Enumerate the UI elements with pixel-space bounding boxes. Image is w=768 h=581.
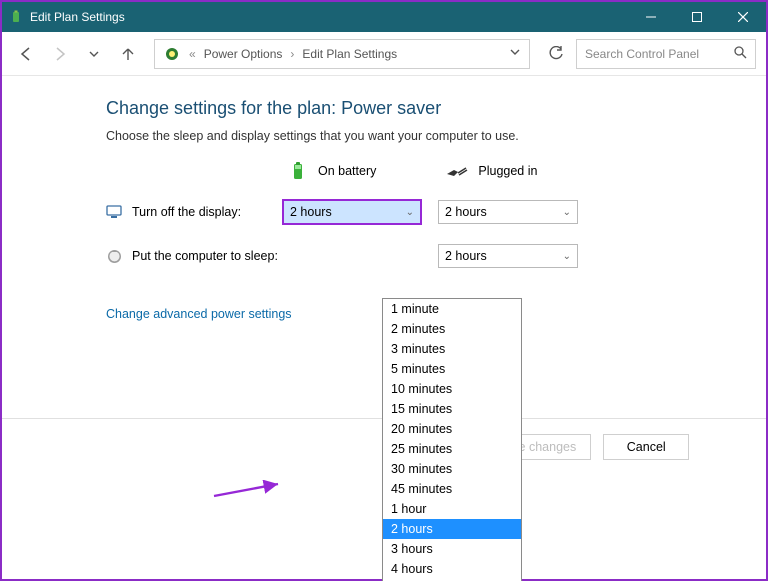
refresh-button[interactable]: [542, 40, 570, 68]
dropdown-option[interactable]: 20 minutes: [383, 419, 521, 439]
forward-button[interactable]: [46, 40, 74, 68]
display-plugged-value: 2 hours: [445, 205, 487, 219]
display-icon: [106, 204, 122, 220]
dropdown-option[interactable]: 2 hours: [383, 519, 521, 539]
plug-icon: [446, 164, 468, 178]
power-plan-icon: [163, 45, 181, 63]
search-input[interactable]: Search Control Panel: [576, 39, 756, 69]
address-dropdown-icon[interactable]: [509, 46, 521, 61]
close-button[interactable]: [720, 2, 766, 32]
breadcrumb-power-options[interactable]: Power Options: [204, 47, 283, 61]
sleep-plugged-select[interactable]: 2 hours ⌄: [438, 244, 578, 268]
chevron-right-icon: ›: [290, 47, 294, 61]
maximize-button[interactable]: [674, 2, 720, 32]
nav-bar: « Power Options › Edit Plan Settings Sea…: [2, 32, 766, 76]
time-options-dropdown[interactable]: 1 minute2 minutes3 minutes5 minutes10 mi…: [382, 298, 522, 581]
recent-dropdown-button[interactable]: [80, 40, 108, 68]
column-header-plugged: Plugged in: [446, 161, 537, 181]
dropdown-option[interactable]: 1 hour: [383, 499, 521, 519]
dropdown-option[interactable]: 2 minutes: [383, 319, 521, 339]
back-button[interactable]: [12, 40, 40, 68]
page-subtext: Choose the sleep and display settings th…: [106, 129, 766, 143]
advanced-power-settings-link[interactable]: Change advanced power settings: [106, 307, 292, 321]
battery-icon: [288, 161, 308, 181]
chevron-down-icon: ⌄: [406, 207, 414, 218]
dropdown-option[interactable]: 15 minutes: [383, 399, 521, 419]
dropdown-option[interactable]: 5 minutes: [383, 359, 521, 379]
display-battery-select[interactable]: 2 hours ⌄: [282, 199, 422, 225]
page-heading: Change settings for the plan: Power save…: [106, 98, 766, 119]
row-turn-off-display: Turn off the display: 2 hours ⌄ 2 hours …: [106, 197, 766, 227]
dropdown-option[interactable]: 3 minutes: [383, 339, 521, 359]
dropdown-option[interactable]: 30 minutes: [383, 459, 521, 479]
title-bar: Edit Plan Settings: [2, 2, 766, 32]
sleep-plugged-value: 2 hours: [445, 249, 487, 263]
display-plugged-select[interactable]: 2 hours ⌄: [438, 200, 578, 224]
display-battery-value: 2 hours: [290, 205, 332, 219]
dropdown-option[interactable]: 3 hours: [383, 539, 521, 559]
row-sleep: Put the computer to sleep: 2 hours ⌄: [106, 241, 766, 271]
chevron-down-icon: ⌄: [563, 251, 571, 262]
dropdown-option[interactable]: 4 hours: [383, 559, 521, 579]
column-battery-label: On battery: [318, 164, 376, 178]
up-button[interactable]: [114, 40, 142, 68]
sleep-icon: [106, 248, 122, 264]
address-bar[interactable]: « Power Options › Edit Plan Settings: [154, 39, 530, 69]
dropdown-option[interactable]: 10 minutes: [383, 379, 521, 399]
sleep-row-label: Put the computer to sleep:: [132, 249, 282, 263]
app-icon: [8, 9, 24, 25]
breadcrumb-edit-plan[interactable]: Edit Plan Settings: [302, 47, 397, 61]
column-header-battery: On battery: [288, 161, 376, 181]
cancel-button-label: Cancel: [627, 440, 666, 454]
minimize-button[interactable]: [628, 2, 674, 32]
search-placeholder: Search Control Panel: [585, 47, 734, 61]
dropdown-option[interactable]: 45 minutes: [383, 479, 521, 499]
column-plugged-label: Plugged in: [478, 164, 537, 178]
annotation-arrow: [212, 480, 282, 500]
dropdown-option[interactable]: 1 minute: [383, 299, 521, 319]
cancel-button[interactable]: Cancel: [603, 434, 689, 460]
window-title: Edit Plan Settings: [30, 10, 628, 24]
dropdown-option[interactable]: 25 minutes: [383, 439, 521, 459]
search-icon: [734, 46, 747, 62]
chevron-down-icon: ⌄: [563, 207, 571, 218]
chevron-left-icon: «: [189, 47, 196, 61]
display-row-label: Turn off the display:: [132, 205, 282, 219]
